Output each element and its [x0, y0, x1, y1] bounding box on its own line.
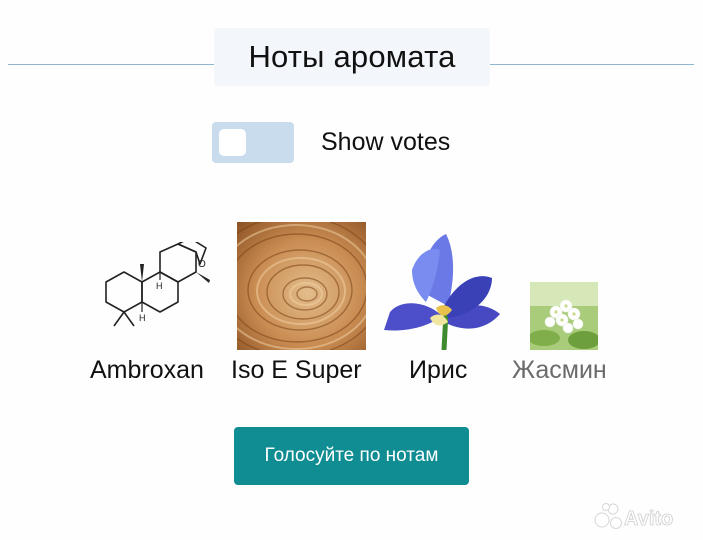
hydrogen-label-bottom: H [139, 313, 146, 323]
title-divider-left [8, 64, 214, 65]
section-title-text: Ноты аромата [248, 39, 456, 74]
ambroxan-molecule-image[interactable]: H H O [96, 242, 214, 342]
show-votes-label: Show votes [321, 128, 451, 156]
svg-text:Avito: Avito [624, 508, 673, 530]
note-label-iso-e-super[interactable]: Iso E Super [231, 356, 362, 385]
show-votes-toggle[interactable] [212, 122, 294, 163]
iso-e-super-wood-image[interactable] [237, 222, 366, 350]
note-label-ambroxan[interactable]: Ambroxan [90, 356, 204, 385]
section-title: Ноты аромата [214, 28, 490, 86]
avito-watermark-logo: Avito [594, 503, 674, 530]
jasmine-flower-image[interactable] [530, 282, 598, 350]
note-label-jasmine[interactable]: Жасмин [512, 356, 607, 385]
vote-notes-button[interactable]: Голосуйте по нотам [234, 427, 469, 485]
iris-flower-image[interactable] [382, 232, 502, 350]
title-divider-right [490, 64, 694, 65]
oxygen-label: O [198, 259, 206, 270]
toggle-knob [219, 129, 246, 156]
note-label-iris[interactable]: Ирис [409, 356, 467, 385]
hydrogen-label-top: H [156, 281, 163, 291]
